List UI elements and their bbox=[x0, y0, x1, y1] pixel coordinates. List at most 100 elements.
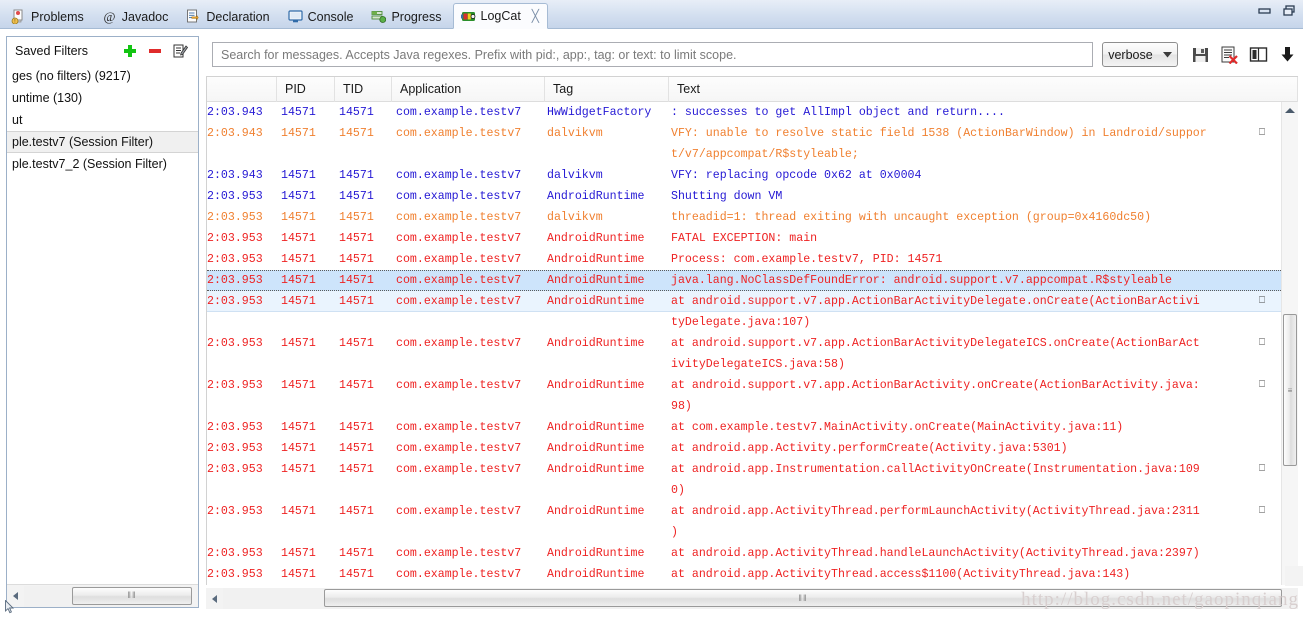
log-row[interactable]: 2:03.953 14571 14571 com.example.testv7 Andr… bbox=[207, 270, 1281, 291]
log-row[interactable]: 2:03.953 14571 14571 com.example.testv7 Andr… bbox=[207, 564, 1281, 585]
log-row[interactable]: 2:03.943 14571 14571 com.example.testv7 dalv… bbox=[207, 165, 1281, 186]
log-row[interactable]: 2:03.953 14571 14571 com.example.testv7 Andr… bbox=[207, 228, 1281, 249]
column-header-text[interactable]: Text bbox=[669, 76, 1298, 102]
saved-filter-item[interactable]: ut bbox=[7, 109, 198, 131]
javadoc-icon: @ bbox=[102, 9, 117, 24]
log-cell-app: com.example.testv7 bbox=[396, 127, 522, 140]
remove-filter-icon[interactable] bbox=[147, 43, 163, 59]
log-row[interactable]: 0) bbox=[207, 480, 1281, 501]
log-level-select[interactable]: verbose bbox=[1102, 42, 1178, 67]
log-cell-text: tyDelegate.java:107) bbox=[671, 316, 811, 329]
log-cell-app: com.example.testv7 bbox=[396, 211, 522, 224]
log-row[interactable]: 2:03.953 14571 14571 com.example.testv7 Andr… bbox=[207, 459, 1281, 480]
logcat-vscroll-track[interactable]: ≡ bbox=[1282, 118, 1298, 569]
log-cell-tag: AndroidRuntime bbox=[547, 379, 645, 392]
saved-filters-scroll-track[interactable]: ‖‖ bbox=[24, 585, 192, 607]
log-cell-time: 2:03.953 bbox=[207, 294, 263, 308]
log-cell-text: at android.app.ActivityThread.handleLaun… bbox=[671, 547, 1200, 560]
log-row[interactable]: 2:03.953 14571 14571 com.example.testv7 Andr… bbox=[207, 375, 1281, 396]
log-row[interactable]: 2:03.953 14571 14571 com.example.testv7 Andr… bbox=[207, 291, 1281, 312]
tab-logcat[interactable]: LogCat ╳ bbox=[452, 3, 548, 29]
column-header-app[interactable]: Application bbox=[392, 76, 545, 102]
saved-filter-item[interactable]: ges (no filters) (9217) bbox=[7, 65, 198, 87]
log-cell-text: : successes to get AllImpl object and re… bbox=[671, 106, 1005, 119]
log-row[interactable]: 98) bbox=[207, 396, 1281, 417]
column-header-pid[interactable]: PID bbox=[277, 76, 335, 102]
scroll-lock-icon[interactable] bbox=[1278, 45, 1297, 64]
search-input[interactable] bbox=[219, 44, 1087, 65]
log-row[interactable]: 2:03.953 14571 14571 com.example.testv7 Andr… bbox=[207, 186, 1281, 207]
log-cell-app: com.example.testv7 bbox=[396, 190, 522, 203]
chevron-down-icon[interactable] bbox=[1163, 50, 1172, 60]
minimize-icon[interactable] bbox=[1257, 4, 1272, 17]
column-header-tag[interactable]: Tag bbox=[545, 76, 669, 102]
log-cell-time: 2:03.953 bbox=[207, 505, 263, 518]
log-cell-app: com.example.testv7 bbox=[396, 274, 522, 287]
log-cell-tid: 14571 bbox=[339, 568, 374, 581]
log-row[interactable]: 2:03.953 14571 14571 com.example.testv7 Andr… bbox=[207, 501, 1281, 522]
log-cell-tid: 14571 bbox=[339, 274, 374, 287]
display-saved-filters-icon[interactable] bbox=[1249, 45, 1268, 64]
column-header-tid[interactable]: TID bbox=[335, 76, 392, 102]
search-box[interactable] bbox=[212, 42, 1094, 67]
log-row[interactable]: 2:03.943 14571 14571 com.example.testv7 HwWi… bbox=[207, 102, 1281, 123]
saved-filters-hscrollbar[interactable]: ‖‖ bbox=[7, 584, 198, 607]
log-cell-time: 2:03.953 bbox=[207, 190, 263, 203]
saved-filter-item[interactable]: ple.testv7 (Session Filter) bbox=[7, 131, 198, 153]
saved-filter-item[interactable]: ple.testv7_2 (Session Filter) bbox=[7, 153, 198, 175]
close-icon[interactable]: ╳ bbox=[529, 10, 542, 23]
log-cell-app: com.example.testv7 bbox=[396, 232, 522, 245]
tab-problems[interactable]: ! Problems bbox=[4, 5, 93, 28]
log-cell-tid: 14571 bbox=[339, 106, 374, 119]
log-row[interactable]: ) bbox=[207, 522, 1281, 543]
column-header-time[interactable] bbox=[207, 76, 277, 102]
logcat-hscrollbar[interactable]: ‖‖ bbox=[206, 588, 1298, 609]
saved-filter-label: untime (130) bbox=[12, 91, 83, 105]
log-cell-app: com.example.testv7 bbox=[396, 253, 522, 266]
log-row[interactable]: 2:03.953 14571 14571 com.example.testv7 Andr… bbox=[207, 543, 1281, 564]
log-cell-pid: 14571 bbox=[281, 463, 316, 476]
logcat-table-body[interactable]: 2:03.943 14571 14571 com.example.testv7 HwWi… bbox=[207, 102, 1281, 585]
saved-filters-list[interactable]: ges (no filters) (9217) untime (130) ut ple… bbox=[7, 65, 198, 583]
logcat-vscrollbar[interactable]: ≡ bbox=[1281, 102, 1298, 585]
log-cell-tid: 14571 bbox=[339, 379, 374, 392]
log-row[interactable]: 2:03.953 14571 14571 com.example.testv7 dalv… bbox=[207, 207, 1281, 228]
tab-declaration[interactable]: Declaration bbox=[179, 5, 278, 28]
log-row[interactable]: tyDelegate.java:107) bbox=[207, 312, 1281, 333]
tab-progress[interactable]: Progress bbox=[364, 5, 450, 28]
logcat-hscroll-thumb[interactable]: ‖‖ bbox=[324, 589, 1282, 607]
saved-filters-scroll-thumb[interactable]: ‖‖ bbox=[72, 586, 192, 605]
mouse-cursor-icon bbox=[5, 599, 15, 614]
log-cell-pid: 14571 bbox=[281, 337, 316, 350]
tab-console[interactable]: Console bbox=[281, 5, 363, 28]
log-row[interactable]: t/v7/appcompat/R$styleable; bbox=[207, 144, 1281, 165]
log-row[interactable]: 2:03.953 14571 14571 com.example.testv7 Andr… bbox=[207, 417, 1281, 438]
logcat-vscroll-thumb[interactable]: ≡ bbox=[1283, 314, 1297, 466]
tab-label: Declaration bbox=[206, 9, 270, 24]
log-cell-tid: 14571 bbox=[339, 190, 374, 203]
scroll-left-arrow-icon[interactable] bbox=[206, 588, 223, 609]
log-row[interactable]: 2:03.953 14571 14571 com.example.testv7 Andr… bbox=[207, 249, 1281, 270]
maximize-icon[interactable] bbox=[1282, 4, 1297, 17]
log-cell-pid: 14571 bbox=[281, 169, 316, 182]
log-cell-tag: HwWidgetFactory bbox=[547, 106, 652, 119]
scroll-corner bbox=[1285, 566, 1303, 586]
saved-filter-label: ple.testv7 (Session Filter) bbox=[12, 135, 154, 149]
logcat-hscroll-track[interactable]: ‖‖ bbox=[223, 588, 1298, 609]
log-row[interactable]: ivityDelegateICS.java:58) bbox=[207, 354, 1281, 375]
scroll-grip: ‖‖ bbox=[798, 592, 808, 603]
edit-filter-icon[interactable] bbox=[172, 43, 189, 59]
saved-filter-item[interactable]: untime (130) bbox=[7, 87, 198, 109]
svg-text:!: ! bbox=[14, 19, 15, 24]
scroll-up-arrow-icon[interactable] bbox=[1282, 102, 1298, 118]
saved-filters-toolbar bbox=[122, 43, 192, 59]
save-log-icon[interactable] bbox=[1191, 45, 1210, 64]
log-row[interactable]: 2:03.953 14571 14571 com.example.testv7 Andr… bbox=[207, 333, 1281, 354]
log-row[interactable]: 2:03.943 14571 14571 com.example.testv7 dalv… bbox=[207, 123, 1281, 144]
log-row[interactable]: 2:03.953 14571 14571 com.example.testv7 Andr… bbox=[207, 438, 1281, 459]
clear-log-icon[interactable] bbox=[1220, 45, 1239, 65]
logcat-view: ! Problems @ Javadoc Declaration Console Progr… bbox=[0, 0, 1303, 620]
add-filter-icon[interactable] bbox=[122, 43, 138, 59]
tab-javadoc[interactable]: @ Javadoc bbox=[95, 5, 178, 28]
saved-filters-panel: Saved Filters ges (no filters) (9217) un… bbox=[6, 36, 199, 608]
